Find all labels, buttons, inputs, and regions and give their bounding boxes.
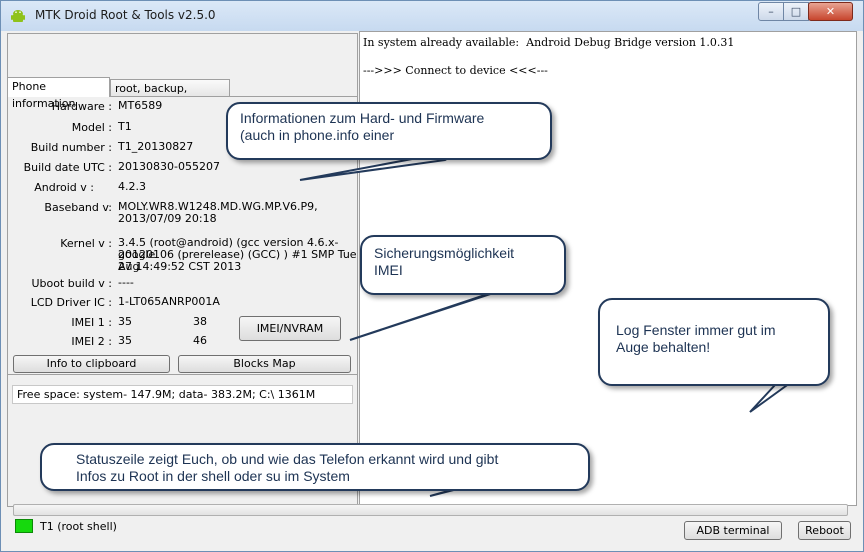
- uboot-value: ----: [118, 276, 134, 289]
- close-button[interactable]: ✕: [808, 2, 853, 21]
- build-date-label: Build date UTC :: [23, 161, 112, 174]
- title-bar[interactable]: MTK Droid Root & Tools v2.5.0 – □ ✕: [1, 1, 863, 31]
- callout-text: (auch in phone.info einer: [240, 127, 395, 143]
- android-version-label: Android v :: [34, 181, 94, 194]
- build-number-value: T1_20130827: [118, 140, 194, 153]
- reboot-button[interactable]: Reboot: [798, 521, 851, 540]
- model-value: T1: [118, 120, 132, 133]
- log-line: --->>> Connect to device <<<---: [363, 64, 548, 77]
- imei2-label: IMEI 2 :: [71, 335, 112, 348]
- kernel-label: Kernel v :: [60, 237, 112, 250]
- callout-hardware-info: Informationen zum Hard- und Firmware (au…: [226, 102, 552, 160]
- imei2-value-end: 46: [193, 334, 207, 347]
- baseband-value-line2: 2013/07/09 20:18: [118, 212, 217, 225]
- callout-text: Auge behalten!: [616, 339, 711, 355]
- callout-status-line: Statuszeile zeigt Euch, ob und wie das T…: [40, 443, 590, 491]
- build-date-value: 20130830-055207: [118, 160, 220, 173]
- imei-nvram-button[interactable]: IMEI/NVRAM: [239, 316, 341, 341]
- build-number-label: Build number :: [30, 141, 112, 154]
- lcd-driver-label: LCD Driver IC :: [30, 296, 112, 309]
- hardware-value: MT6589: [118, 99, 163, 112]
- imei1-value-start: 35: [118, 315, 132, 328]
- android-version-value: 4.2.3: [118, 180, 146, 193]
- callout-text: Statuszeile zeigt Euch, ob und wie das T…: [76, 451, 499, 467]
- imei1-value-end: 38: [193, 315, 207, 328]
- model-label: Model :: [71, 121, 112, 134]
- imei2-value-start: 35: [118, 334, 132, 347]
- android-app-icon: [11, 10, 25, 22]
- callout-text: IMEI: [374, 262, 403, 278]
- callout-text: Log Fenster immer gut im: [616, 322, 776, 338]
- adb-terminal-button[interactable]: ADB terminal: [684, 521, 782, 540]
- free-space-field: Free space: system- 147.9M; data- 383.2M…: [12, 385, 353, 404]
- kernel-value-line3: 27 14:49:52 CST 2013: [118, 260, 242, 273]
- progress-bar: [13, 504, 848, 516]
- maximize-button[interactable]: □: [783, 2, 809, 21]
- log-line: In system already available: Android Deb…: [363, 36, 735, 49]
- imei1-label: IMEI 1 :: [71, 316, 112, 329]
- uboot-label: Uboot build v :: [31, 277, 112, 290]
- tab-phone-information[interactable]: Phone information: [7, 77, 110, 110]
- window-title: MTK Droid Root & Tools v2.5.0: [35, 8, 216, 22]
- baseband-label: Baseband v:: [44, 201, 112, 214]
- info-to-clipboard-button[interactable]: Info to clipboard: [13, 355, 170, 373]
- status-indicator: [15, 519, 33, 533]
- callout-text: Infos zu Root in der shell oder su im Sy…: [76, 468, 350, 484]
- callout-log-window: Log Fenster immer gut im Auge behalten!: [598, 298, 830, 386]
- callout-imei-backup: Sicherungsmöglichkeit IMEI: [360, 235, 566, 295]
- status-text: T1 (root shell): [40, 520, 117, 533]
- callout-text: Sicherungsmöglichkeit: [374, 245, 515, 261]
- lcd-driver-value: 1-LT065ANRP001A: [118, 295, 220, 308]
- callout-text: Informationen zum Hard- und Firmware: [240, 110, 485, 126]
- blocks-map-button[interactable]: Blocks Map: [178, 355, 351, 373]
- minimize-button[interactable]: –: [758, 2, 784, 21]
